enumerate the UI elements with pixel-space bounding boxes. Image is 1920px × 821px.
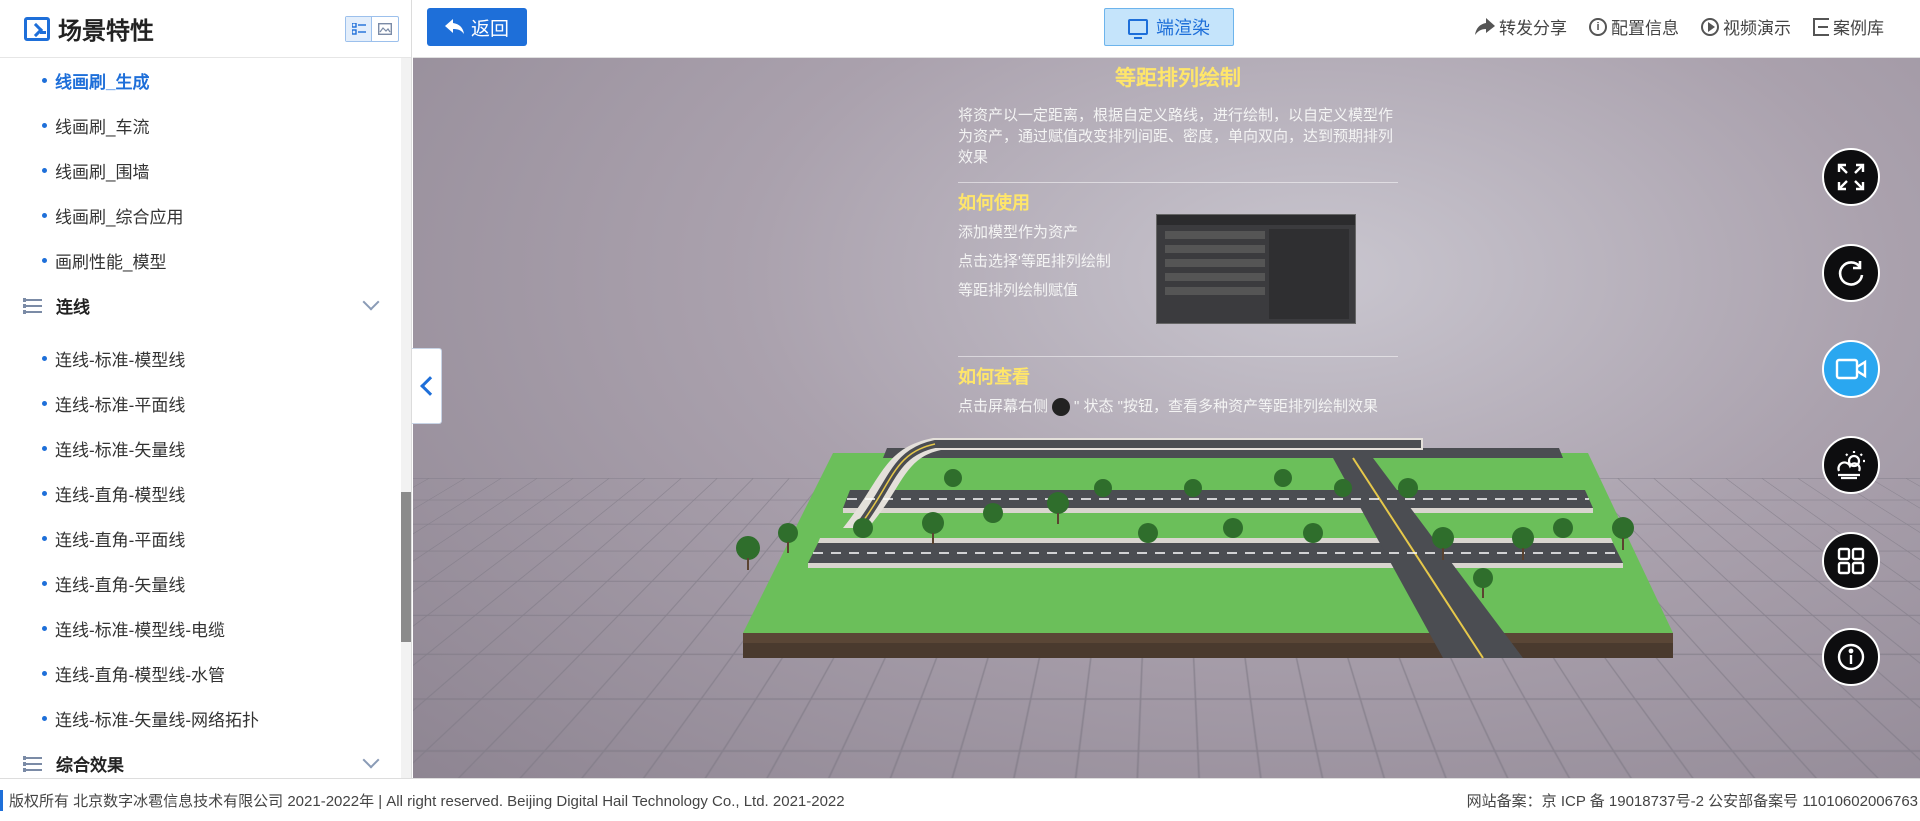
share-icon — [1475, 17, 1495, 35]
sidebar-item[interactable]: 连线-直角-平面线 — [0, 516, 399, 561]
sidebar-item[interactable]: 线画刷_生成 — [0, 58, 399, 103]
video-demo-label: 视频演示 — [1723, 19, 1791, 38]
how-to-view-text: 点击屏幕右侧 " 状态 "按钮，查看多种资产等距排列绘制效果 — [958, 398, 1379, 417]
fullscreen-button[interactable] — [1822, 148, 1880, 206]
exit-icon — [1813, 17, 1829, 36]
sidebar-group-lianxian[interactable]: 连线 — [0, 283, 399, 328]
grid-icon — [1052, 398, 1071, 417]
chevron-down-icon[interactable] — [362, 751, 380, 769]
view-toggle — [345, 16, 399, 42]
fullscreen-icon — [1837, 163, 1865, 191]
tool-panel-screenshot — [1156, 214, 1356, 324]
footer: 版权所有 北京数字冰雹信息技术有限公司 2021-2022年 | All rig… — [0, 778, 1920, 821]
info-circle-icon — [1837, 643, 1865, 671]
chevron-left-icon — [419, 376, 440, 396]
grid-icon — [1837, 547, 1865, 575]
how-to-use-title: 如何使用 — [958, 193, 1030, 213]
sidebar-item[interactable]: 画刷性能_模型 — [0, 238, 399, 283]
usage-step: 点击选择'等距排列绘制 — [958, 253, 1111, 270]
usage-step: 添加模型作为资产 — [958, 224, 1079, 241]
sidebar-item[interactable]: 连线-标准-模型线 — [0, 336, 399, 381]
render-mode-button[interactable]: 端渲染 — [1104, 8, 1234, 46]
info-description: 将资产以一定距离，根据自定义路线，进行绘制，以自定义模型作为资产，通过赋值改变排… — [958, 107, 1394, 166]
how-to-use-steps: 添加模型作为资产 点击选择'等距排列绘制 等距排列绘制赋值 — [958, 222, 1158, 309]
sidebar-group-label: 综合效果 — [56, 756, 124, 775]
list-icon — [23, 297, 42, 314]
info-title: 等距排列绘制 — [1115, 67, 1241, 90]
status-grid-button[interactable] — [1822, 532, 1880, 590]
how-to-use-section: 添加模型作为资产 点击选择'等距排列绘制 等距排列绘制赋值 — [958, 214, 1398, 342]
sidebar-item[interactable]: 连线-直角-模型线 — [0, 471, 399, 516]
back-button-label: 返回 — [470, 18, 509, 40]
play-icon — [1701, 17, 1719, 36]
weather-icon — [1837, 451, 1865, 480]
sidebar-group-label: 连线 — [56, 298, 90, 317]
sidebar-collapse-button[interactable] — [412, 348, 442, 424]
share-button[interactable]: 转发分享 — [1475, 14, 1567, 39]
sidebar-item[interactable]: 线画刷_围墙 — [0, 148, 399, 193]
refresh-icon — [1838, 261, 1864, 286]
sidebar-list: 线画刷_生成 线画刷_车流 线画刷_围墙 线画刷_综合应用 画刷性能_模型 连线… — [0, 58, 399, 778]
sidebar-group-zonghe[interactable]: 综合效果 — [0, 741, 399, 778]
sidebar-header: 场景特性 — [0, 0, 411, 58]
weather-button[interactable] — [1822, 436, 1880, 494]
sidebar-item[interactable]: 连线-直角-矢量线 — [0, 561, 399, 606]
image-view-icon[interactable] — [372, 17, 398, 41]
sidebar-item[interactable]: 线画刷_车流 — [0, 103, 399, 148]
case-library-label: 案例库 — [1833, 19, 1884, 38]
sidebar-item[interactable]: 连线-标准-模型线-电缆 — [0, 606, 399, 651]
chevron-down-icon[interactable] — [362, 293, 380, 311]
back-arrow-icon — [444, 19, 464, 34]
render-mode-label: 端渲染 — [1156, 18, 1210, 38]
divider — [958, 182, 1398, 183]
icp-record-text: 网站备案：京 ICP 备 19018737号-2 公安部备案号 11010602… — [1466, 792, 1918, 810]
video-button[interactable] — [1822, 340, 1880, 398]
copyright-text: 版权所有 北京数字冰雹信息技术有限公司 2021-2022年 | All rig… — [0, 789, 845, 811]
list-view-icon[interactable] — [346, 17, 372, 41]
share-label: 转发分享 — [1499, 19, 1567, 38]
info-button[interactable] — [1822, 628, 1880, 686]
sidebar-item[interactable]: 连线-标准-矢量线-网络拓扑 — [0, 696, 399, 741]
sidebar: 场景特性 线画刷_生成 线画刷_车流 线画刷_围墙 线画刷_综合应用 画刷性能_… — [0, 0, 412, 778]
case-library-button[interactable]: 案例库 — [1813, 14, 1884, 39]
video-demo-button[interactable]: 视频演示 — [1701, 14, 1791, 39]
video-icon — [1835, 358, 1867, 380]
config-info-label: 配置信息 — [1611, 19, 1679, 38]
sidebar-item[interactable]: 连线-标准-矢量线 — [0, 426, 399, 471]
config-info-button[interactable]: i 配置信息 — [1589, 14, 1679, 39]
reset-view-button[interactable] — [1822, 244, 1880, 302]
how-to-view-title: 如何查看 — [958, 367, 1030, 387]
screen-icon — [24, 16, 50, 41]
sidebar-title: 场景特性 — [58, 18, 154, 45]
usage-step: 等距排列绘制赋值 — [958, 282, 1079, 299]
back-button[interactable]: 返回 — [427, 8, 527, 46]
monitor-icon — [1128, 19, 1148, 39]
top-actions: 转发分享 i 配置信息 视频演示 案例库 — [1475, 14, 1884, 39]
sidebar-item[interactable]: 连线-直角-模型线-水管 — [0, 651, 399, 696]
list-icon — [23, 755, 42, 772]
scrollbar-thumb[interactable] — [401, 492, 411, 642]
sidebar-item[interactable]: 连线-标准-平面线 — [0, 381, 399, 426]
scrollbar-track[interactable] — [401, 58, 411, 778]
info-icon: i — [1589, 17, 1607, 36]
info-panel: 等距排列绘制 将资产以一定距离，根据自定义路线，进行绘制，以自定义模型作为资产，… — [958, 68, 1398, 417]
3d-viewport[interactable]: 等距排列绘制 将资产以一定距离，根据自定义路线，进行绘制，以自定义模型作为资产，… — [413, 58, 1920, 778]
sidebar-item[interactable]: 线画刷_综合应用 — [0, 193, 399, 238]
topbar: 返回 端渲染 转发分享 i 配置信息 视频演示 案例库 — [413, 0, 1920, 58]
divider — [958, 356, 1398, 357]
